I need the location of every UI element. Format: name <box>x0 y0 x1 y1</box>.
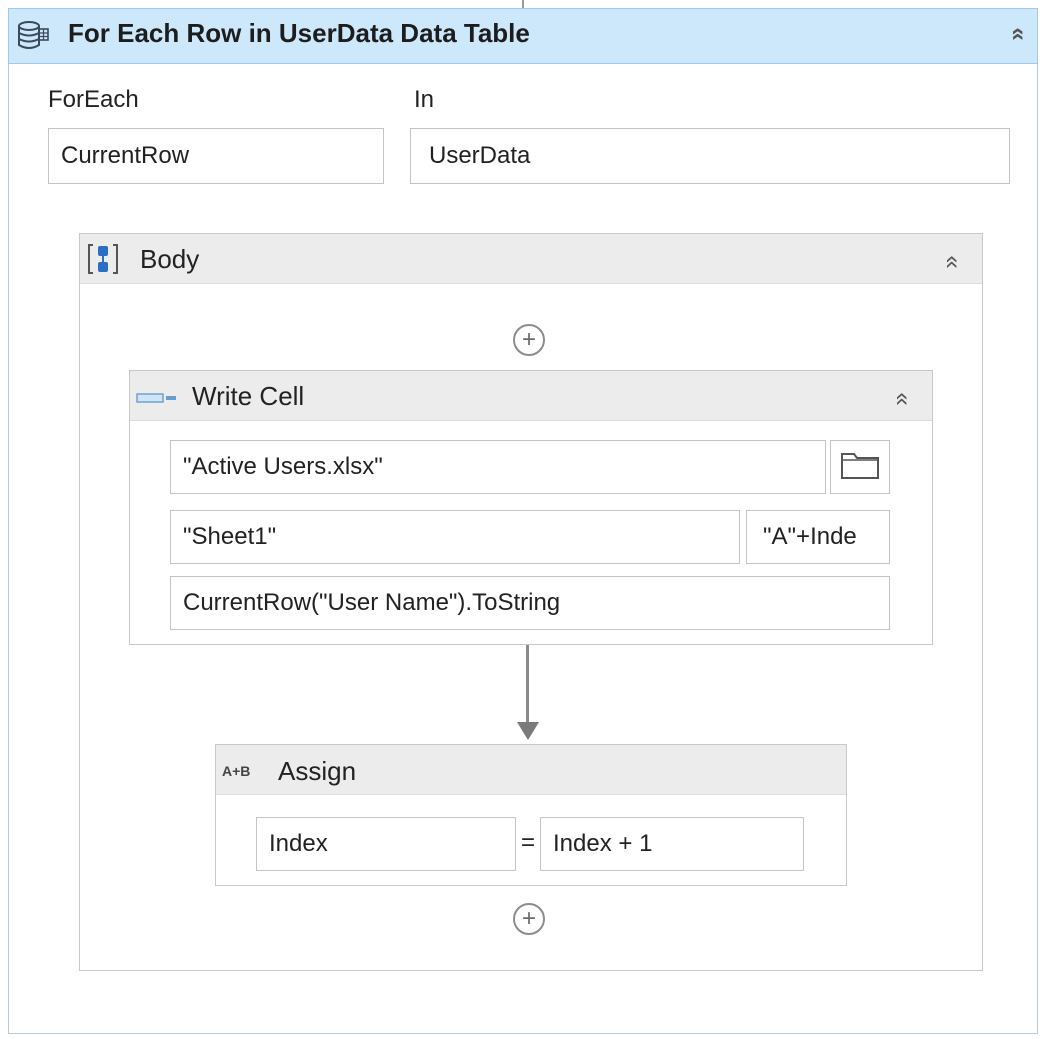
assign-value-field[interactable]: Index + 1 <box>540 817 804 871</box>
foreach-label: ForEach <box>48 86 139 113</box>
write-cell-title: Write Cell <box>192 381 305 411</box>
for-each-row-title: For Each Row in UserData Data Table <box>68 18 530 48</box>
sequence-icon <box>86 242 120 281</box>
write-cell-icon <box>136 391 178 410</box>
body-title: Body <box>140 244 200 274</box>
add-activity-icon[interactable]: + <box>513 903 545 935</box>
arrow-down-icon <box>517 722 539 740</box>
body-header[interactable] <box>80 234 982 284</box>
cell-value-field[interactable]: CurrentRow("User Name").ToString <box>170 576 890 630</box>
collapse-icon[interactable]: « <box>940 255 967 268</box>
incoming-connector <box>522 0 524 8</box>
browse-folder-button[interactable] <box>830 440 890 494</box>
data-table-icon <box>16 19 50 58</box>
assign-to-field[interactable]: Index <box>256 817 516 871</box>
assign-icon: A+B <box>222 763 251 779</box>
workbook-path-field[interactable]: "Active Users.xlsx" <box>170 440 826 494</box>
foreach-item-field[interactable]: CurrentRow <box>48 128 384 184</box>
add-activity-icon[interactable]: + <box>513 324 545 356</box>
collapse-icon[interactable]: « <box>890 392 917 405</box>
folder-icon <box>840 450 880 485</box>
in-label: In <box>414 86 435 113</box>
assign-title: Assign <box>278 756 357 786</box>
collapse-icon[interactable]: « <box>1006 27 1033 40</box>
equals-sign: = <box>521 829 536 856</box>
cell-address-field[interactable]: "A"+Inde <box>746 510 890 564</box>
flow-connector <box>526 645 529 723</box>
sheet-name-field[interactable]: "Sheet1" <box>170 510 740 564</box>
in-collection-field[interactable]: UserData <box>410 128 1010 184</box>
